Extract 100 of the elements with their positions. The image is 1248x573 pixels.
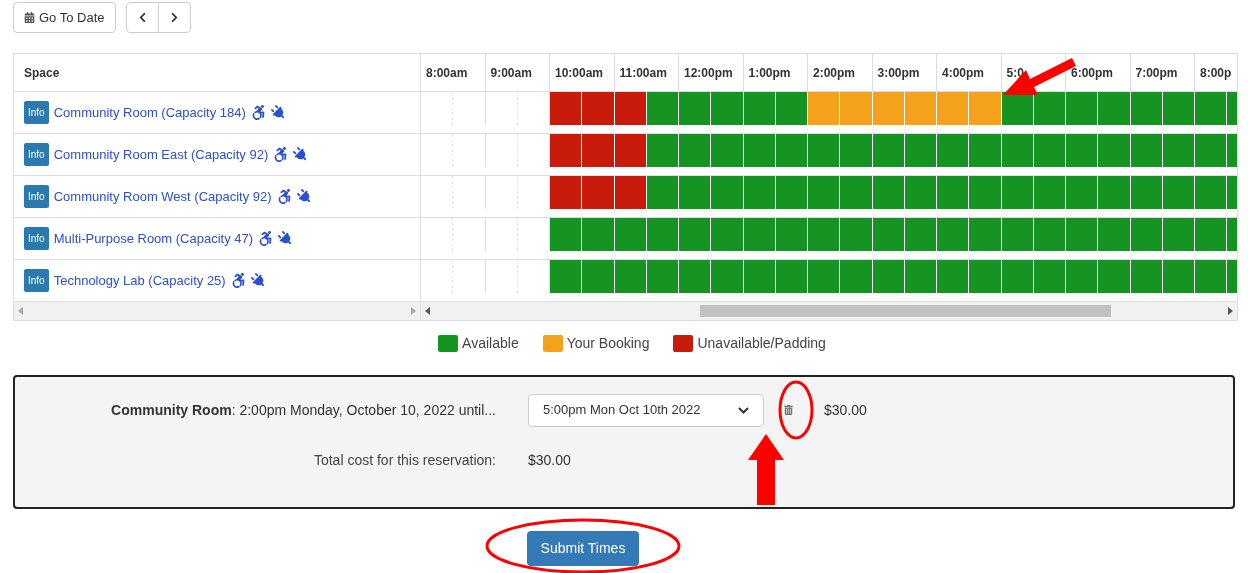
time-slot[interactable] (614, 218, 647, 251)
time-slot[interactable] (1130, 134, 1163, 167)
time-slot[interactable] (1162, 218, 1195, 251)
time-slot[interactable] (808, 218, 841, 251)
time-slot[interactable] (969, 218, 1002, 251)
time-slot[interactable] (711, 92, 744, 125)
time-slot[interactable] (1098, 92, 1131, 125)
scrollbar-thumb[interactable] (700, 305, 1111, 317)
time-slot[interactable] (1195, 176, 1228, 209)
time-slot[interactable] (904, 218, 937, 251)
time-slot[interactable] (550, 176, 583, 209)
time-slot[interactable] (582, 218, 615, 251)
time-slot[interactable] (808, 134, 841, 167)
time-slot[interactable] (711, 260, 744, 293)
time-slot[interactable] (1195, 134, 1228, 167)
time-slot[interactable] (1098, 176, 1131, 209)
submit-button[interactable]: Submit Times (526, 531, 640, 566)
time-slot[interactable] (1066, 92, 1099, 125)
scroll-right-icon[interactable] (1228, 307, 1233, 315)
time-slot[interactable] (840, 218, 873, 251)
time-slot[interactable] (646, 218, 679, 251)
time-slot[interactable] (775, 176, 808, 209)
time-slot[interactable] (711, 218, 744, 251)
room-link[interactable]: Technology Lab (Capacity 25) (53, 270, 226, 291)
go-to-date-button[interactable]: Go To Date (13, 2, 116, 33)
time-slot[interactable] (872, 260, 905, 293)
time-slot[interactable] (614, 134, 647, 167)
time-slot[interactable] (1001, 260, 1034, 293)
time-slot[interactable] (743, 134, 776, 167)
time-slot[interactable] (1033, 134, 1066, 167)
time-slot[interactable] (614, 176, 647, 209)
time-slot[interactable] (937, 176, 970, 209)
time-slot[interactable] (1130, 176, 1163, 209)
time-slot[interactable] (840, 260, 873, 293)
time-slot[interactable] (1162, 260, 1195, 293)
time-slot[interactable] (711, 134, 744, 167)
time-slot[interactable] (1162, 176, 1195, 209)
time-slot[interactable] (1195, 92, 1228, 125)
time-slot[interactable] (679, 260, 712, 293)
info-button[interactable]: Info (24, 269, 49, 292)
time-slot[interactable] (969, 260, 1002, 293)
time-slot[interactable] (872, 218, 905, 251)
time-slot[interactable] (679, 134, 712, 167)
scrollbar[interactable] (421, 302, 1237, 320)
time-slot[interactable] (679, 218, 712, 251)
time-slot[interactable] (969, 134, 1002, 167)
time-slot[interactable] (646, 92, 679, 125)
time-slot[interactable] (1195, 260, 1228, 293)
time-slot[interactable] (1001, 176, 1034, 209)
time-slot[interactable] (582, 92, 615, 125)
time-slot[interactable] (1033, 260, 1066, 293)
time-slot[interactable] (550, 218, 583, 251)
time-slot[interactable] (904, 176, 937, 209)
time-slot[interactable] (1130, 218, 1163, 251)
time-slot[interactable] (937, 134, 970, 167)
time-slot[interactable] (1130, 92, 1163, 125)
time-slot[interactable] (711, 176, 744, 209)
end-time-select[interactable]: 5:00pm Mon Oct 10th 2022 (528, 393, 764, 427)
time-slot[interactable] (1130, 260, 1163, 293)
time-slot[interactable] (743, 92, 776, 125)
time-slot[interactable] (904, 134, 937, 167)
time-slot[interactable] (1098, 218, 1131, 251)
time-slot[interactable] (1001, 218, 1034, 251)
time-slot[interactable] (1033, 218, 1066, 251)
time-slot[interactable] (743, 260, 776, 293)
time-slot[interactable] (646, 134, 679, 167)
time-slot[interactable] (582, 134, 615, 167)
time-slot[interactable] (1066, 260, 1099, 293)
info-button[interactable]: Info (24, 101, 49, 124)
time-slot[interactable] (646, 260, 679, 293)
time-slot[interactable] (808, 260, 841, 293)
time-slot[interactable] (550, 92, 583, 125)
time-slot[interactable] (614, 260, 647, 293)
time-slot[interactable] (582, 260, 615, 293)
time-slot[interactable] (614, 92, 647, 125)
time-slot[interactable] (550, 134, 583, 167)
time-slot[interactable] (969, 176, 1002, 209)
time-slot[interactable] (904, 260, 937, 293)
time-slot[interactable] (775, 134, 808, 167)
time-slot[interactable] (937, 218, 970, 251)
time-slot[interactable] (1066, 176, 1099, 209)
time-slot[interactable] (775, 92, 808, 125)
time-slot[interactable] (1033, 176, 1066, 209)
time-slot[interactable] (743, 218, 776, 251)
info-button[interactable]: Info (24, 185, 49, 208)
time-slot[interactable] (1066, 134, 1099, 167)
time-slot[interactable] (1098, 134, 1131, 167)
time-slot[interactable] (840, 176, 873, 209)
time-slot[interactable] (937, 260, 970, 293)
time-slot[interactable] (1066, 218, 1099, 251)
time-slot[interactable] (1195, 218, 1228, 251)
time-slot[interactable] (840, 134, 873, 167)
time-slot[interactable] (1098, 260, 1131, 293)
time-slot[interactable] (1001, 134, 1034, 167)
room-link[interactable]: Community Room East (Capacity 92) (53, 144, 269, 165)
time-slot[interactable] (582, 176, 615, 209)
room-link[interactable]: Multi-Purpose Room (Capacity 47) (53, 228, 254, 249)
time-slot[interactable] (646, 176, 679, 209)
time-slot[interactable] (679, 176, 712, 209)
time-slot[interactable] (872, 134, 905, 167)
